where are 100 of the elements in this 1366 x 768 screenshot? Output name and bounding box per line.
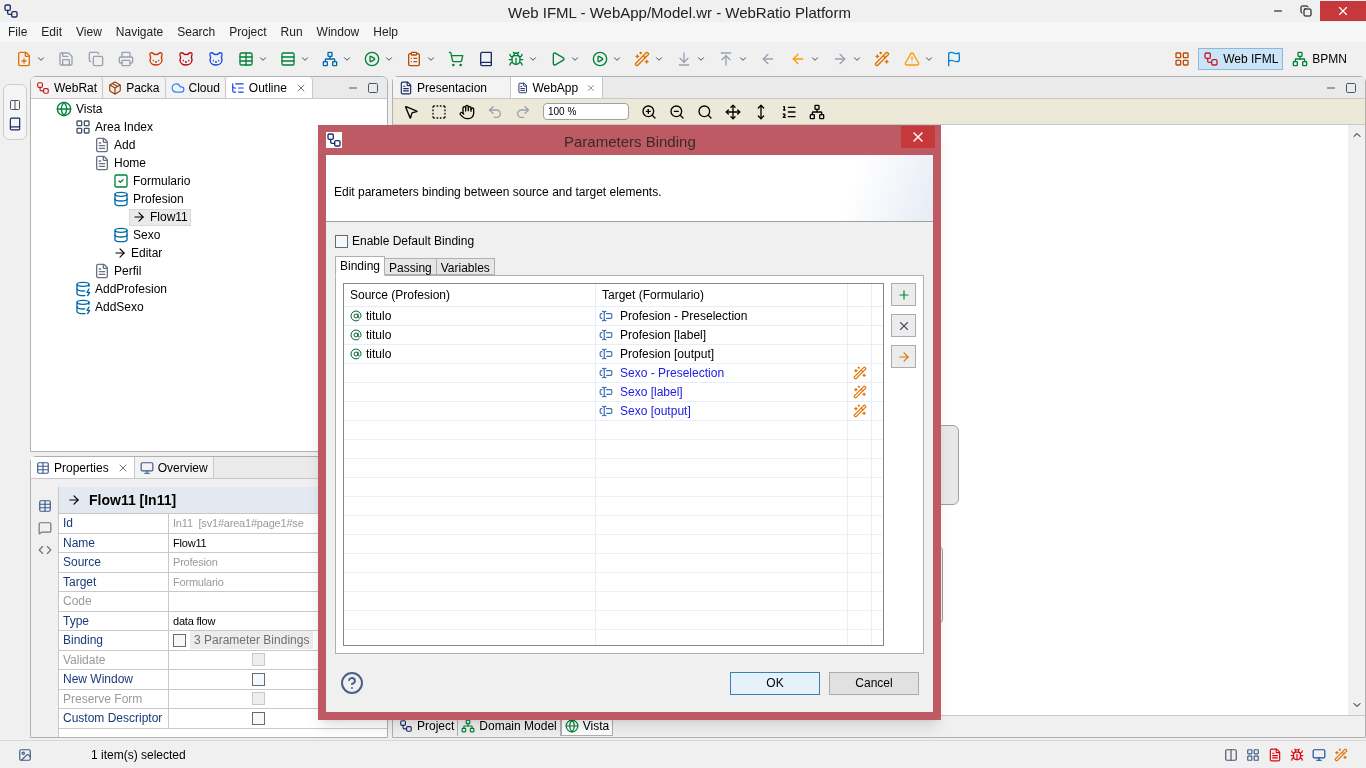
dialog-button[interactable]: Cancel <box>829 671 919 695</box>
marquee-tool-icon[interactable] <box>431 103 447 120</box>
caret-icon[interactable] <box>258 54 268 64</box>
menu-item[interactable]: Search <box>170 23 223 41</box>
menu-item[interactable]: Project <box>222 23 274 41</box>
open-perspective-icon[interactable] <box>1174 51 1191 67</box>
zoom-out-icon[interactable] <box>669 103 685 120</box>
page-icon <box>94 137 110 153</box>
caret-icon[interactable] <box>300 54 310 64</box>
tree-item[interactable]: Editar <box>110 244 166 262</box>
view-tab[interactable]: Overview <box>134 457 214 478</box>
table-cell-text: Profesion [label] <box>620 327 707 344</box>
checkbox[interactable] <box>335 234 348 248</box>
editor-tab[interactable]: Presentacion <box>393 77 511 98</box>
wand-button[interactable] <box>632 49 652 69</box>
tree-item[interactable]: Formulario <box>110 172 194 190</box>
wand-icon <box>852 404 867 418</box>
add-binding-button[interactable] <box>891 283 916 306</box>
checkbox[interactable] <box>251 672 265 686</box>
checkbox[interactable] <box>251 711 265 725</box>
tree-item[interactable]: Vista <box>53 100 106 118</box>
tree-item[interactable]: Flow11 <box>129 208 191 226</box>
menu-item[interactable]: Run <box>273 23 310 41</box>
caret-icon[interactable] <box>852 54 862 64</box>
tree-item[interactable]: Home <box>91 154 149 172</box>
wand-button[interactable] <box>872 49 892 69</box>
dialog-button[interactable]: OK <box>730 671 820 695</box>
tree-item[interactable]: Perfil <box>91 262 145 280</box>
layout-icon[interactable] <box>809 103 825 120</box>
dialog-tab[interactable]: Binding <box>335 256 386 276</box>
restore-icon[interactable] <box>1224 747 1238 762</box>
scrollbar[interactable] <box>1348 125 1365 715</box>
caret-icon[interactable] <box>738 54 748 64</box>
close-button[interactable] <box>901 126 935 148</box>
cart-button[interactable] <box>446 49 466 69</box>
move-icon[interactable] <box>725 103 741 120</box>
caret-icon[interactable] <box>342 54 352 64</box>
remove-binding-button[interactable] <box>891 314 916 337</box>
view-tab[interactable]: Cloud <box>165 77 226 98</box>
restore-icon[interactable] <box>9 99 21 111</box>
tree-item[interactable]: Add <box>91 136 139 154</box>
dialog-tab[interactable]: Variables <box>435 258 495 275</box>
tree-item[interactable]: AddSexo <box>72 298 147 316</box>
caret-icon[interactable] <box>810 54 820 64</box>
maximize-icon[interactable] <box>367 82 379 94</box>
perspective-button[interactable]: Web IFML <box>1198 48 1284 70</box>
tree-item[interactable]: Area Index <box>72 118 157 136</box>
menu-item[interactable]: Edit <box>34 23 70 41</box>
caret-icon[interactable] <box>36 54 46 64</box>
view-tab[interactable]: Outline <box>225 77 313 98</box>
tree-item[interactable]: AddProfesion <box>72 280 171 298</box>
tree-item[interactable]: Sexo <box>110 226 164 244</box>
zoom-combo[interactable]: 100 % <box>543 103 629 120</box>
wand-icon[interactable] <box>1334 747 1348 762</box>
column-header[interactable]: Source (Profesion) <box>350 286 451 304</box>
cat-button[interactable] <box>146 49 166 69</box>
caret-icon[interactable] <box>612 54 622 64</box>
bug-icon[interactable] <box>1290 747 1304 762</box>
cat-button[interactable] <box>206 49 226 69</box>
tree-item[interactable]: Profesion <box>110 190 187 208</box>
monitor-icon[interactable] <box>1312 747 1326 762</box>
perspective-button[interactable]: BPMN <box>1287 48 1352 70</box>
caret-icon[interactable] <box>528 54 538 64</box>
book-icon[interactable] <box>8 117 22 131</box>
help-icon[interactable] <box>340 671 364 695</box>
comment-icon[interactable] <box>37 521 52 535</box>
caret-icon[interactable] <box>924 54 934 64</box>
caret-icon[interactable] <box>696 54 706 64</box>
view-tab[interactable]: WebRat <box>31 77 104 98</box>
save-all-button[interactable] <box>86 49 106 69</box>
hand-tool-icon[interactable] <box>459 103 475 120</box>
view-tab[interactable]: Packa <box>103 77 166 98</box>
caret-icon[interactable] <box>384 54 394 64</box>
print-button[interactable] <box>116 49 136 69</box>
status-icon[interactable] <box>18 747 32 762</box>
document-icon[interactable] <box>1268 747 1282 762</box>
code-icon[interactable] <box>37 543 52 557</box>
menu-item[interactable]: Navigate <box>108 23 171 41</box>
caret-icon[interactable] <box>426 54 436 64</box>
menu-item[interactable]: Window <box>309 23 367 41</box>
pointer-tool-icon[interactable] <box>403 103 419 120</box>
zoom-in-icon[interactable] <box>641 103 657 120</box>
column-header[interactable]: Target (Formulario) <box>602 286 705 304</box>
checkbox[interactable] <box>173 633 186 647</box>
maximize-icon[interactable] <box>1345 82 1357 94</box>
caret-icon[interactable] <box>654 54 664 64</box>
save-button[interactable] <box>56 49 76 69</box>
list-icon[interactable] <box>781 103 797 120</box>
view-tab[interactable]: Properties <box>31 457 135 478</box>
menu-item[interactable]: View <box>69 23 109 41</box>
menu-item[interactable]: File <box>1 23 35 41</box>
table-cell-text: Profesion [output] <box>620 346 715 363</box>
zoom-fit-icon[interactable] <box>697 103 713 120</box>
grid-icon[interactable] <box>1246 747 1260 762</box>
cat-button[interactable] <box>176 49 196 69</box>
table-icon[interactable] <box>37 499 52 513</box>
menu-item[interactable]: Help <box>366 23 405 41</box>
caret-icon[interactable] <box>570 54 580 64</box>
editor-tab[interactable]: WebApp <box>511 77 603 98</box>
dialog-tab[interactable]: Passing <box>384 258 437 275</box>
